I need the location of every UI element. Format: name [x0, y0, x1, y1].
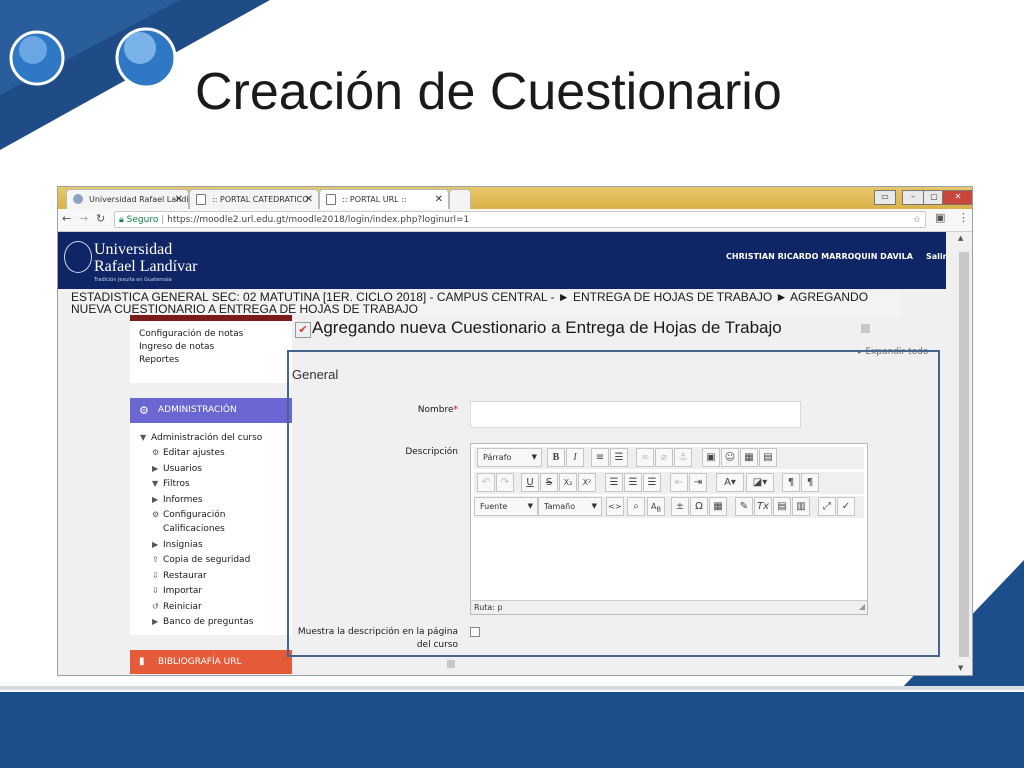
url-text: https://moodle2.url.edu.gt/moodle2018/lo… [167, 215, 470, 225]
moodle-page: Universidad Rafael Landívar Tradición Je… [58, 232, 946, 675]
reset-icon: ↺ [152, 602, 159, 611]
gears-icon: ⚙ [139, 404, 149, 417]
close-icon[interactable]: ✕ [175, 190, 183, 209]
quiz-module-icon: ✔ [295, 322, 311, 338]
profile-button[interactable]: ▭ [874, 190, 896, 205]
star-icon[interactable]: ☆ [913, 212, 921, 228]
admin-item-reiniciar[interactable]: ↺ Reiniciar [152, 602, 202, 612]
page-icon [196, 194, 206, 205]
gear-icon: ⚙ [152, 510, 160, 519]
tab-universidad[interactable]: Universidad Rafael Landívar ✕ [66, 189, 189, 209]
notes-link-reportes[interactable]: Reportes [139, 355, 179, 365]
tab-label: :: PORTAL CATEDRATICO [212, 195, 309, 204]
admin-root[interactable]: ▼ Administración del curso [140, 433, 262, 443]
close-icon[interactable]: ✕ [435, 190, 443, 209]
admin-item-restaurar[interactable]: ⇩ Restaurar [152, 571, 207, 581]
secure-label: Seguro [126, 215, 159, 225]
close-icon[interactable]: ✕ [305, 190, 313, 209]
tab-bar: Universidad Rafael Landívar ✕ :: PORTAL … [58, 187, 972, 209]
page-icon [326, 194, 336, 205]
admin-item-editar[interactable]: ⚙ Editar ajustes [152, 448, 225, 458]
slide-footer-band [0, 692, 1024, 768]
admin-item-banco[interactable]: ▶ Banco de preguntas [152, 617, 253, 627]
logo-line1: Universidad [94, 241, 173, 258]
site-header: Universidad Rafael Landívar Tradición Je… [58, 232, 946, 289]
help-icon[interactable] [861, 324, 870, 333]
filter-icon: ▼ [152, 479, 159, 488]
caret-right-icon: ▶ [152, 495, 159, 504]
admin-block: ▼ Administración del curso ⚙ Editar ajuste… [130, 423, 292, 635]
scrollbar-thumb[interactable] [959, 252, 969, 657]
admin-item-insignias[interactable]: ▶ Insignias [152, 540, 203, 550]
admin-item-copia[interactable]: ⇪ Copia de seguridad [152, 555, 250, 565]
university-seal-icon [64, 241, 92, 273]
book-icon: ▮ [139, 656, 145, 667]
window-close-button[interactable]: ✕ [942, 190, 972, 205]
caret-right-icon: ▶ [152, 464, 159, 473]
notes-block: Configuración de notas Ingreso de notas … [130, 321, 292, 383]
globe-icon [73, 194, 83, 204]
page-scrollbar[interactable]: ▲ ▼ [946, 232, 972, 675]
admin-block-header[interactable]: ⚙ ADMINISTRACIÓN [130, 398, 292, 423]
logo-line2: Rafael Landívar [94, 258, 198, 275]
admin-item-usuarios[interactable]: ▶ Usuarios [152, 464, 202, 474]
browser-screenshot: Universidad Rafael Landívar ✕ :: PORTAL … [57, 186, 973, 676]
admin-item-importar[interactable]: ⇩ Importar [152, 586, 202, 596]
minimize-button[interactable]: – [902, 190, 924, 205]
menu-icon[interactable]: ⋮ [958, 211, 969, 224]
download-icon: ⇩ [152, 586, 159, 595]
scroll-down-icon[interactable]: ▼ [958, 664, 963, 672]
caret-down-icon: ▼ [140, 433, 147, 442]
breadcrumb: ESTADISTICA GENERAL SEC: 02 MATUTINA [1E… [71, 291, 901, 315]
reload-icon[interactable]: ↻ [96, 212, 105, 225]
admin-item-calificaciones[interactable]: Calificaciones [163, 524, 225, 534]
new-tab-button[interactable] [449, 189, 471, 209]
forward-icon[interactable]: → [79, 212, 88, 225]
tab-label: :: PORTAL URL :: [342, 195, 407, 204]
lock-icon: 🔒︎ [119, 215, 124, 225]
extension-icon[interactable]: ▣ [935, 211, 945, 224]
caret-right-icon: ▶ [152, 617, 159, 626]
admin-item-filtros[interactable]: ▼ Filtros [152, 479, 190, 489]
admin-item-configuracion[interactable]: ⚙ Configuración [152, 510, 225, 520]
admin-block-title: ADMINISTRACIÓN [158, 405, 237, 415]
admin-item-informes[interactable]: ▶ Informes [152, 495, 203, 505]
caret-right-icon: ▶ [152, 540, 159, 549]
notes-link-ingreso[interactable]: Ingreso de notas [139, 342, 214, 352]
gear-icon: ⚙ [152, 448, 160, 457]
scroll-up-icon[interactable]: ▲ [958, 234, 963, 242]
tab-portal-catedratico[interactable]: :: PORTAL CATEDRATICO ✕ [189, 189, 319, 209]
logo-tagline: Tradición Jesuita en Guatemala [94, 277, 172, 283]
back-icon[interactable]: ← [62, 212, 71, 225]
bibliography-block-header[interactable]: ▮ BIBLIOGRAFÍA URL [130, 650, 292, 674]
slide-divider [0, 686, 1024, 690]
notes-link-config[interactable]: Configuración de notas [139, 329, 243, 339]
address-bar: ← → ↻ 🔒︎ Seguro | https://moodle2.url.ed… [58, 209, 972, 232]
bibliography-title: BIBLIOGRAFÍA URL [158, 657, 242, 667]
url-field[interactable]: 🔒︎ Seguro | https://moodle2.url.edu.gt/m… [114, 211, 926, 228]
user-name[interactable]: CHRISTIAN RICARDO MARROQUIN DAVILA [726, 252, 913, 261]
logout-link[interactable]: Salir [926, 252, 946, 261]
download-icon: ⇩ [152, 571, 159, 580]
page-heading: Agregando nueva Cuestionario a Entrega d… [312, 318, 782, 337]
tab-portal-url[interactable]: :: PORTAL URL :: ✕ [319, 189, 449, 209]
upload-icon: ⇪ [152, 555, 159, 564]
help-icon[interactable] [447, 660, 455, 668]
slide-title: Creación de Cuestionario [195, 63, 782, 121]
highlight-frame [287, 350, 940, 657]
